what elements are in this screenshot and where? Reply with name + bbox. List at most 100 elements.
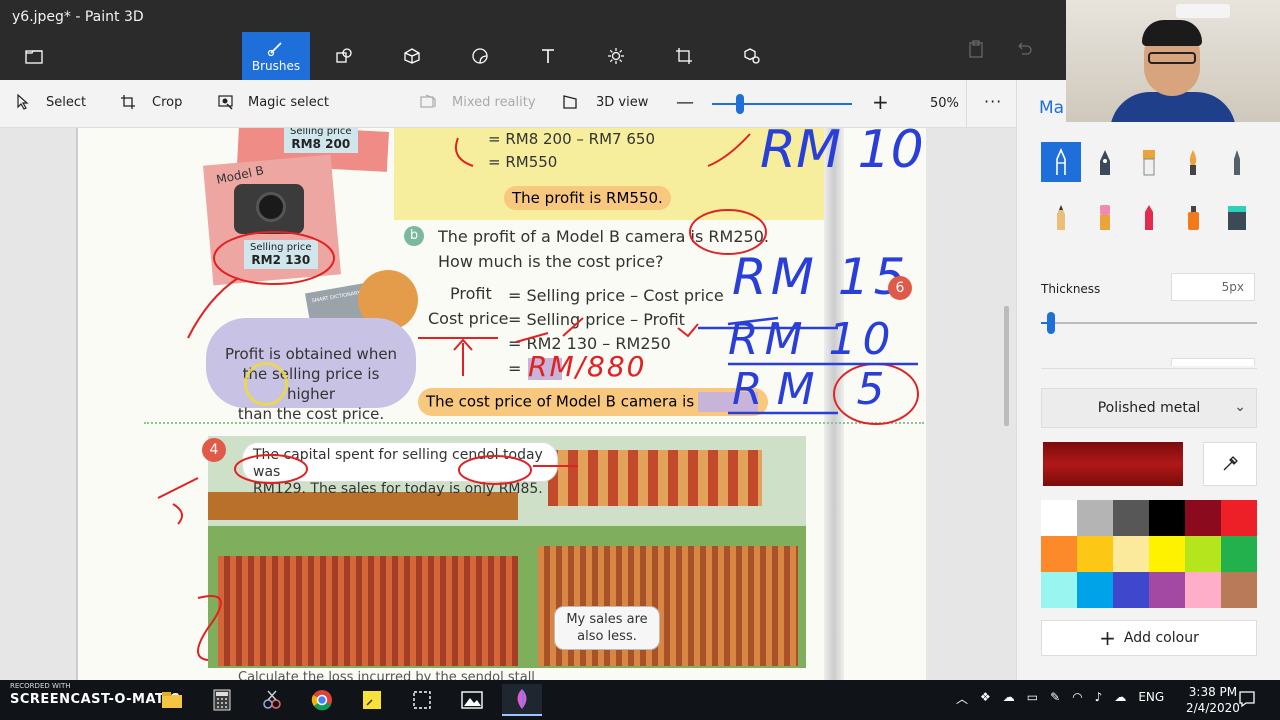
brush-fill[interactable] — [1217, 197, 1257, 237]
brush-pixel-pen[interactable] — [1217, 142, 1257, 182]
color-swatch[interactable] — [1149, 536, 1185, 572]
material-dropdown[interactable]: Polished metal ⌄ — [1041, 388, 1257, 428]
bottom-instruction: Calculate the loss incurred by the sendo… — [238, 670, 535, 680]
zoom-percent[interactable]: 50% — [930, 96, 959, 111]
color-swatch[interactable] — [1077, 500, 1113, 536]
more-options-button[interactable]: ··· — [984, 92, 1002, 111]
dropbox-icon[interactable]: ❖ — [980, 690, 991, 707]
color-swatch[interactable] — [1113, 572, 1149, 608]
current-color-swatch[interactable] — [1043, 442, 1183, 486]
zoom-in-button[interactable]: + — [872, 90, 889, 114]
tool-text[interactable] — [514, 32, 582, 80]
mixed-reality-button[interactable]: Mixed reality — [420, 94, 536, 110]
3d-view-button[interactable]: 3D view — [562, 94, 648, 110]
photos-icon — [461, 691, 483, 709]
equation-1: = Selling price – Cost price — [508, 286, 724, 305]
3d-view-label: 3D view — [596, 94, 649, 110]
zoom-slider-thumb[interactable] — [736, 94, 744, 114]
color-swatch[interactable] — [1185, 500, 1221, 536]
color-swatch[interactable] — [1185, 536, 1221, 572]
brush-pencil[interactable] — [1041, 197, 1081, 237]
canvas-crop-icon — [676, 48, 692, 64]
taskbar-file-explorer[interactable] — [152, 684, 192, 716]
volume-icon[interactable]: ♪ — [1095, 690, 1103, 707]
taskbar: RECORDED WITH SCREENCAST-O-MATIC ︿ ❖ ☁ ▭… — [0, 680, 1280, 720]
snipping-icon — [263, 690, 281, 709]
brush-crayon[interactable] — [1129, 197, 1169, 237]
zoom-slider-track[interactable] — [712, 103, 852, 105]
add-colour-button[interactable]: + Add colour — [1041, 620, 1257, 656]
taskbar-paint3d[interactable] — [502, 684, 542, 716]
taskbar-chrome[interactable] — [302, 684, 342, 716]
notification-button[interactable] — [1238, 690, 1256, 712]
crop-button[interactable]: Crop — [120, 94, 182, 110]
marker-icon — [1056, 148, 1066, 175]
chevron-up-icon[interactable]: ︿ — [956, 690, 968, 707]
taskbar-sticky-notes[interactable] — [352, 684, 392, 716]
language-indicator[interactable]: ENG — [1138, 690, 1164, 707]
tool-3d-library[interactable] — [718, 32, 786, 80]
thickness-input[interactable]: 5px — [1171, 273, 1255, 301]
color-swatch[interactable] — [1149, 572, 1185, 608]
color-swatch[interactable] — [1221, 572, 1257, 608]
pen-icon[interactable]: ✎ — [1050, 690, 1060, 707]
brush-calligraphy-pen[interactable] — [1085, 142, 1125, 182]
tool-brushes[interactable]: Brushes — [242, 32, 310, 80]
thickness-slider-track[interactable] — [1041, 322, 1257, 324]
color-swatch[interactable] — [1113, 500, 1149, 536]
brush-spray-can[interactable] — [1173, 197, 1213, 237]
brush-oil[interactable] — [1129, 142, 1169, 182]
taskbar-screen-select[interactable] — [402, 684, 442, 716]
document-image[interactable]: Selling price RM8 200 = RM8 200 – RM7 65… — [76, 128, 926, 680]
clock[interactable]: 3:38 PM 2/4/2020 — [1186, 684, 1240, 716]
thickness-slider-thumb[interactable] — [1047, 312, 1056, 334]
calc-line-1: = RM8 200 – RM7 650 — [488, 130, 655, 148]
color-swatch[interactable] — [1149, 500, 1185, 536]
onedrive-icon[interactable]: ☁ — [1114, 690, 1126, 707]
opacity-input[interactable] — [1171, 358, 1255, 366]
brush-eraser[interactable] — [1085, 197, 1125, 237]
color-swatch[interactable] — [1221, 536, 1257, 572]
title-right-controls — [968, 40, 1032, 58]
eyedropper-icon — [1223, 456, 1238, 471]
select-button[interactable]: Select — [16, 94, 86, 110]
taskbar-calculator[interactable] — [202, 684, 242, 716]
brushes-panel: Ma Thickness 5px Polished metal ⌄ + Add … — [1016, 80, 1280, 680]
zoom-out-button[interactable]: — — [676, 92, 694, 113]
eyedropper-button[interactable] — [1203, 442, 1257, 486]
color-swatch[interactable] — [1041, 572, 1077, 608]
color-swatch[interactable] — [1041, 500, 1077, 536]
price-tag-model-b: Selling price RM2 130 — [244, 240, 318, 269]
color-swatch[interactable] — [1041, 536, 1077, 572]
color-swatch[interactable] — [1077, 536, 1113, 572]
tool-stickers[interactable] — [446, 32, 514, 80]
fill-bucket-icon — [1228, 206, 1246, 230]
undo-icon[interactable] — [1016, 40, 1032, 56]
crop-icon — [121, 95, 135, 109]
canvas-area[interactable]: Selling price RM8 200 = RM8 200 – RM7 65… — [0, 128, 1016, 680]
brush-watercolor[interactable] — [1173, 142, 1213, 182]
cloud-icon[interactable]: ☁ — [1003, 690, 1015, 707]
tool-canvas[interactable] — [650, 32, 718, 80]
paste-icon[interactable] — [968, 40, 984, 58]
tool-3d-shapes[interactable] — [378, 32, 446, 80]
color-swatch[interactable] — [1185, 572, 1221, 608]
color-swatch[interactable] — [1221, 500, 1257, 536]
tool-effects[interactable] — [582, 32, 650, 80]
menu-button[interactable] — [14, 40, 54, 74]
bubble-line-1: Profit is obtained when — [224, 345, 398, 363]
wifi-icon[interactable]: ◠ — [1072, 690, 1082, 707]
taskbar-photos[interactable] — [452, 684, 492, 716]
recorder-caption: RECORDED WITH — [10, 682, 71, 690]
battery-icon[interactable]: ▭ — [1027, 690, 1038, 707]
taskbar-apps — [152, 684, 542, 716]
brush-marker[interactable] — [1041, 142, 1081, 182]
taskbar-snipping[interactable] — [252, 684, 292, 716]
sun-icon — [608, 48, 624, 64]
color-swatch[interactable] — [1077, 572, 1113, 608]
tool-brushes-label: Brushes — [251, 59, 301, 73]
vertical-scrollbar[interactable] — [1004, 306, 1009, 426]
magic-select-button[interactable]: Magic select — [218, 94, 329, 110]
color-swatch[interactable] — [1113, 536, 1149, 572]
tool-2d-shapes[interactable] — [310, 32, 378, 80]
